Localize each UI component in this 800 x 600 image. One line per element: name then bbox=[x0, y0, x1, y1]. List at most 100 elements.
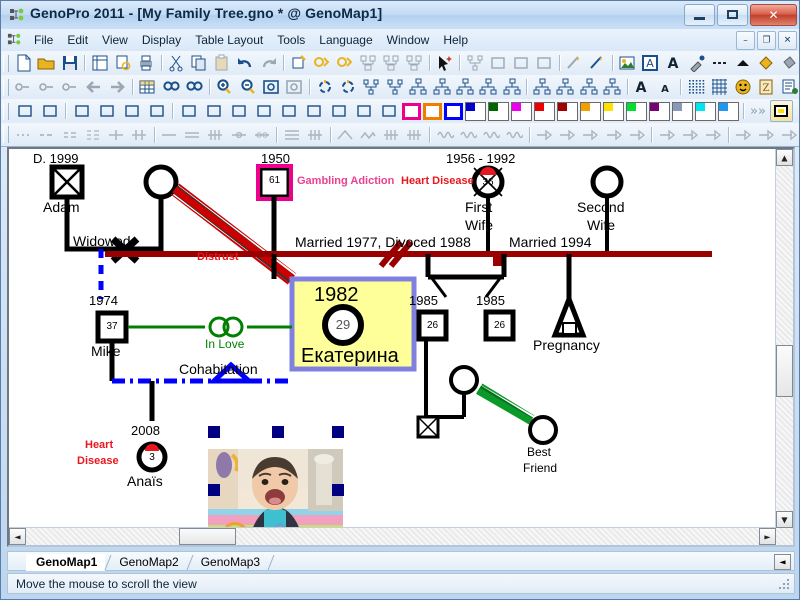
wave-heavy-icon[interactable] bbox=[457, 124, 478, 146]
insert-picture-icon[interactable] bbox=[617, 52, 638, 74]
diamond-arrow-icon[interactable] bbox=[702, 124, 723, 146]
swatch-red[interactable] bbox=[534, 101, 555, 121]
resize-handle-e[interactable] bbox=[332, 484, 344, 496]
pair-chart-icon[interactable] bbox=[578, 76, 599, 98]
fill-two-bottom-icon[interactable] bbox=[302, 100, 325, 122]
scroll-down-button[interactable]: ▼ bbox=[776, 511, 793, 528]
arrow-open-icon[interactable] bbox=[533, 124, 554, 146]
descendant-chart-icon[interactable] bbox=[407, 76, 428, 98]
wave-dense-icon[interactable] bbox=[503, 124, 524, 146]
redo-arrow-icon[interactable] bbox=[258, 52, 279, 74]
line-tick-icon[interactable] bbox=[105, 124, 126, 146]
tree-layout-alt-icon[interactable] bbox=[384, 76, 405, 98]
open-folder-icon[interactable] bbox=[36, 52, 57, 74]
wave-line-icon[interactable] bbox=[434, 124, 455, 146]
more-colors-chevron-icon[interactable]: »» bbox=[750, 104, 766, 119]
menu-item-help[interactable]: Help bbox=[436, 31, 475, 49]
dotted-line-icon[interactable] bbox=[13, 124, 34, 146]
arrow-dotted-icon[interactable] bbox=[603, 124, 624, 146]
toolbar-grip[interactable] bbox=[3, 126, 9, 143]
mdi-restore-button[interactable]: ❐ bbox=[757, 31, 776, 50]
insert-couple-icon[interactable] bbox=[334, 52, 355, 74]
double-line-icon[interactable] bbox=[182, 124, 203, 146]
insert-family-icon[interactable] bbox=[311, 52, 332, 74]
mdi-minimize-button[interactable]: – bbox=[736, 31, 755, 50]
cross-hatch-heavy-icon[interactable] bbox=[404, 124, 425, 146]
forward-arrow-icon[interactable] bbox=[106, 76, 127, 98]
selected-photo-object[interactable] bbox=[208, 426, 344, 545]
swatch-blue-outline[interactable] bbox=[444, 102, 463, 120]
genogram-canvas[interactable]: 61 36 37 29 26 26 3 D. 1999 Adam Widowed… bbox=[9, 149, 777, 545]
cross-slash-icon[interactable] bbox=[95, 100, 118, 122]
double-dash-icon[interactable] bbox=[59, 124, 80, 146]
scroll-report-icon[interactable]: Z bbox=[755, 76, 776, 98]
diamond-shape-icon[interactable] bbox=[756, 52, 777, 74]
menu-item-edit[interactable]: Edit bbox=[60, 31, 95, 49]
tree-layout-icon[interactable] bbox=[361, 76, 382, 98]
maximize-button[interactable] bbox=[717, 4, 748, 26]
insert-individual-icon[interactable] bbox=[288, 52, 309, 74]
document-tree-icon[interactable] bbox=[7, 32, 22, 47]
single-slash-icon[interactable] bbox=[70, 100, 93, 122]
swatch-green[interactable] bbox=[488, 101, 509, 121]
gedcom-export-icon[interactable] bbox=[36, 76, 57, 98]
cross-arrow-icon[interactable] bbox=[656, 124, 677, 146]
menu-item-view[interactable]: View bbox=[95, 31, 135, 49]
zigzag-line-icon[interactable] bbox=[358, 124, 379, 146]
line-double-tick-icon[interactable] bbox=[128, 124, 149, 146]
compact-chart-icon[interactable] bbox=[501, 76, 522, 98]
dot-grid-icon[interactable] bbox=[685, 76, 706, 98]
double-circle-line-icon[interactable] bbox=[251, 124, 272, 146]
swatch-amber[interactable] bbox=[580, 101, 601, 121]
scroll-left-button[interactable]: ◄ bbox=[9, 528, 26, 545]
close-button[interactable]: ✕ bbox=[750, 4, 797, 26]
horizontal-scrollbar[interactable]: ◄ ► bbox=[9, 527, 776, 545]
ancestor-chart-icon[interactable] bbox=[431, 76, 452, 98]
tab-genomap3[interactable]: GenoMap3 bbox=[191, 554, 268, 571]
wave-cross-icon[interactable] bbox=[480, 124, 501, 146]
hourglass-chart-icon[interactable] bbox=[454, 76, 475, 98]
resize-grip-icon[interactable] bbox=[777, 577, 791, 591]
page-layout-icon[interactable] bbox=[89, 52, 110, 74]
fill-split-icon[interactable] bbox=[352, 100, 375, 122]
zoom-selection-icon[interactable] bbox=[260, 76, 281, 98]
swatch-yellow[interactable] bbox=[603, 101, 624, 121]
increase-font-icon[interactable]: A bbox=[632, 76, 653, 98]
eyedropper-icon[interactable] bbox=[686, 52, 707, 74]
emotional-link-icon[interactable] bbox=[564, 52, 585, 74]
font-color-icon[interactable]: A bbox=[663, 52, 684, 74]
swatch-cyan[interactable] bbox=[695, 101, 716, 121]
cross-hatch-icon[interactable] bbox=[381, 124, 402, 146]
resize-handle-ne[interactable] bbox=[332, 426, 344, 438]
mdi-close-button[interactable]: ✕ bbox=[778, 31, 797, 50]
fill-quarters-icon[interactable] bbox=[327, 100, 350, 122]
zoom-fit-icon[interactable] bbox=[284, 76, 305, 98]
undo-arrow-icon[interactable] bbox=[235, 52, 256, 74]
swatch-magenta-outline[interactable] bbox=[402, 102, 421, 120]
insert-twin-icon[interactable] bbox=[487, 52, 508, 74]
save-disk-icon[interactable] bbox=[59, 52, 80, 74]
pedigree-chart-icon[interactable] bbox=[531, 76, 552, 98]
vertical-scrollbar[interactable]: ▲ ▼ bbox=[775, 149, 793, 545]
double-curve-icon[interactable] bbox=[38, 100, 61, 122]
menu-item-language[interactable]: Language bbox=[312, 31, 379, 49]
insert-descendant-icon[interactable] bbox=[510, 52, 531, 74]
center-layout-icon[interactable] bbox=[337, 76, 358, 98]
report-icon[interactable] bbox=[779, 76, 799, 98]
double-slash-icon[interactable] bbox=[120, 100, 143, 122]
org-chart-icon[interactable] bbox=[555, 76, 576, 98]
toolbar-grip[interactable] bbox=[3, 78, 9, 96]
swatch-blue[interactable] bbox=[465, 101, 486, 121]
insert-children-icon[interactable] bbox=[381, 52, 402, 74]
gedcom-merge-icon[interactable] bbox=[59, 76, 80, 98]
swatch-magenta[interactable] bbox=[511, 101, 532, 121]
scroll-right-button[interactable]: ► bbox=[759, 528, 776, 545]
decrease-font-icon[interactable]: A bbox=[655, 76, 676, 98]
cut-scissors-icon[interactable] bbox=[165, 52, 186, 74]
vertical-scroll-thumb[interactable] bbox=[776, 345, 793, 397]
arrow-filled-icon[interactable] bbox=[557, 124, 578, 146]
triple-line-icon[interactable] bbox=[281, 124, 302, 146]
dash-style-icon[interactable] bbox=[709, 52, 730, 74]
resize-handle-nw[interactable] bbox=[208, 426, 220, 438]
text-box-icon[interactable]: A bbox=[640, 52, 661, 74]
